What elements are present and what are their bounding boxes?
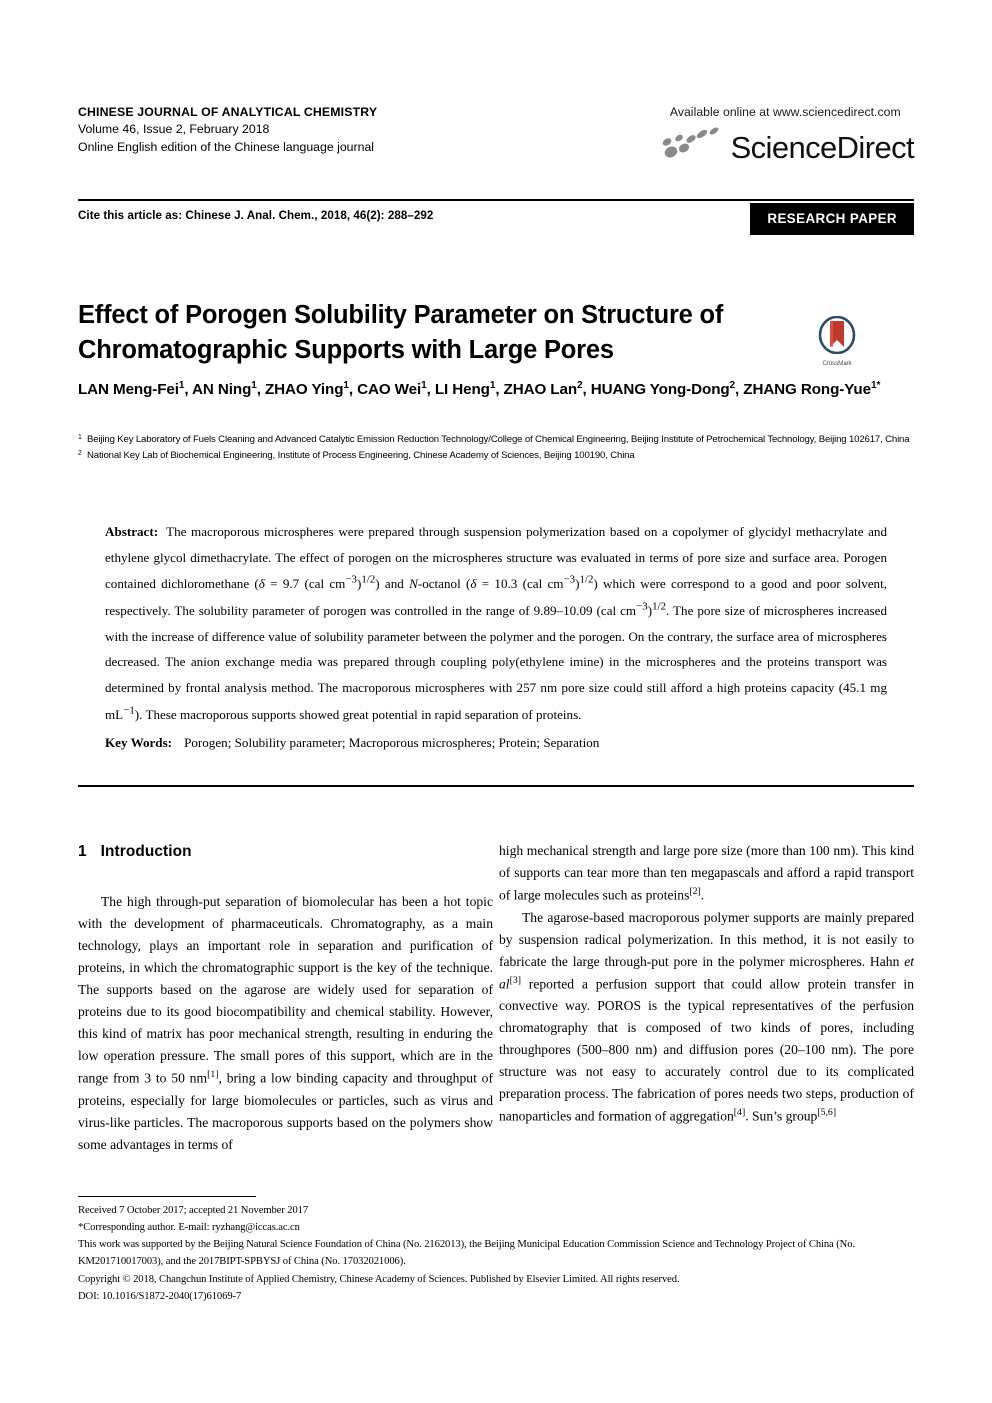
section-number: 1 bbox=[78, 843, 87, 860]
intro-paragraph-1-continued: high mechanical strength and large pore … bbox=[499, 843, 914, 903]
available-online-text: Available online at www.sciencedirect.co… bbox=[669, 105, 901, 119]
footnote-funding: This work was supported by the Beijing N… bbox=[78, 1239, 855, 1268]
affiliation-list: 1 Beijing Key Laboratory of Fuels Cleani… bbox=[78, 432, 923, 463]
footnote-received: Received 7 October 2017; accepted 21 Nov… bbox=[78, 1205, 309, 1216]
affiliation-1: 1 Beijing Key Laboratory of Fuels Cleani… bbox=[78, 432, 923, 448]
abstract-label: Abstract: bbox=[105, 524, 159, 539]
abstract-body: The macroporous microspheres were prepar… bbox=[105, 524, 888, 722]
sciencedirect-block: Available online at www.sciencedirect.co… bbox=[657, 105, 915, 170]
divider-middle bbox=[78, 785, 914, 787]
divider-footnote bbox=[78, 1196, 256, 1198]
journal-edition-note: Online English edition of the Chinese la… bbox=[78, 139, 375, 154]
citation-line: Cite this article as: Chinese J. Anal. C… bbox=[78, 209, 434, 222]
paper-page: CHINESE JOURNAL OF ANALYTICAL CHEMISTRY … bbox=[0, 0, 992, 1403]
footnote-copyright: Copyright © 2018, Changchun Institute of… bbox=[78, 1273, 680, 1285]
abstract-section: Abstract: The macroporous microspheres we… bbox=[105, 519, 887, 727]
keywords-section: Key Words: Porogen; Solubility parameter;… bbox=[105, 731, 887, 755]
journal-info: CHINESE JOURNAL OF ANALYTICAL CHEMISTRY … bbox=[78, 104, 377, 156]
affiliation-2-marker: 2 bbox=[78, 449, 82, 457]
keywords-text: Porogen; Solubility parameter; Macroporo… bbox=[184, 735, 600, 750]
section-heading-introduction: 1 Introduction bbox=[78, 840, 493, 865]
sciencedirect-logo: ScienceDirect bbox=[657, 125, 915, 170]
affiliation-1-text: Beijing Key Laboratory of Fuels Cleaning… bbox=[87, 434, 910, 445]
sciencedirect-swoosh-icon bbox=[657, 125, 729, 170]
page-title: Effect of Porogen Solubility Parameter o… bbox=[78, 301, 724, 365]
divider-top bbox=[78, 199, 914, 201]
masthead: CHINESE JOURNAL OF ANALYTICAL CHEMISTRY … bbox=[78, 104, 915, 170]
crossmark-logo[interactable]: CrossMark bbox=[810, 315, 864, 367]
keywords-label: Key Words: bbox=[105, 735, 173, 750]
author-list: LAN Meng-Fei1, AN Ning1, ZHAO Ying1, CAO… bbox=[78, 380, 881, 399]
affiliation-2-text: National Key Lab of Biochemical Engineer… bbox=[87, 449, 635, 461]
crossmark-label: CrossMark bbox=[822, 360, 852, 367]
body-column-left: 1 Introduction The high through-put separ… bbox=[78, 840, 493, 1156]
section-title: Introduction bbox=[100, 843, 192, 860]
footnote-block: Received 7 October 2017; accepted 21 Nov… bbox=[78, 1202, 923, 1305]
footnote-doi: DOI: 10.1016/S1872-2040(17)61069-7 bbox=[78, 1290, 242, 1302]
intro-paragraph-1: The high through-put separation of biomo… bbox=[78, 893, 493, 1152]
affiliation-2: 2 National Key Lab of Biochemical Engine… bbox=[78, 448, 923, 464]
body-column-right: high mechanical strength and large pore … bbox=[499, 840, 914, 1128]
affiliation-1-marker: 1 bbox=[78, 434, 82, 441]
status-badge: RESEARCH PAPER bbox=[750, 203, 914, 235]
sciencedirect-wordmark: ScienceDirect bbox=[730, 130, 915, 165]
intro-paragraph-2: The agarose-based macroporous polymer su… bbox=[499, 909, 914, 1124]
footnote-corresponding-author: *Corresponding author. E-mail: ryzhang@i… bbox=[78, 1222, 300, 1234]
crossmark-icon bbox=[818, 315, 856, 355]
journal-name: CHINESE JOURNAL OF ANALYTICAL CHEMISTRY bbox=[78, 105, 378, 119]
journal-volume-issue: Volume 46, Issue 2, February 2018 bbox=[78, 122, 270, 137]
